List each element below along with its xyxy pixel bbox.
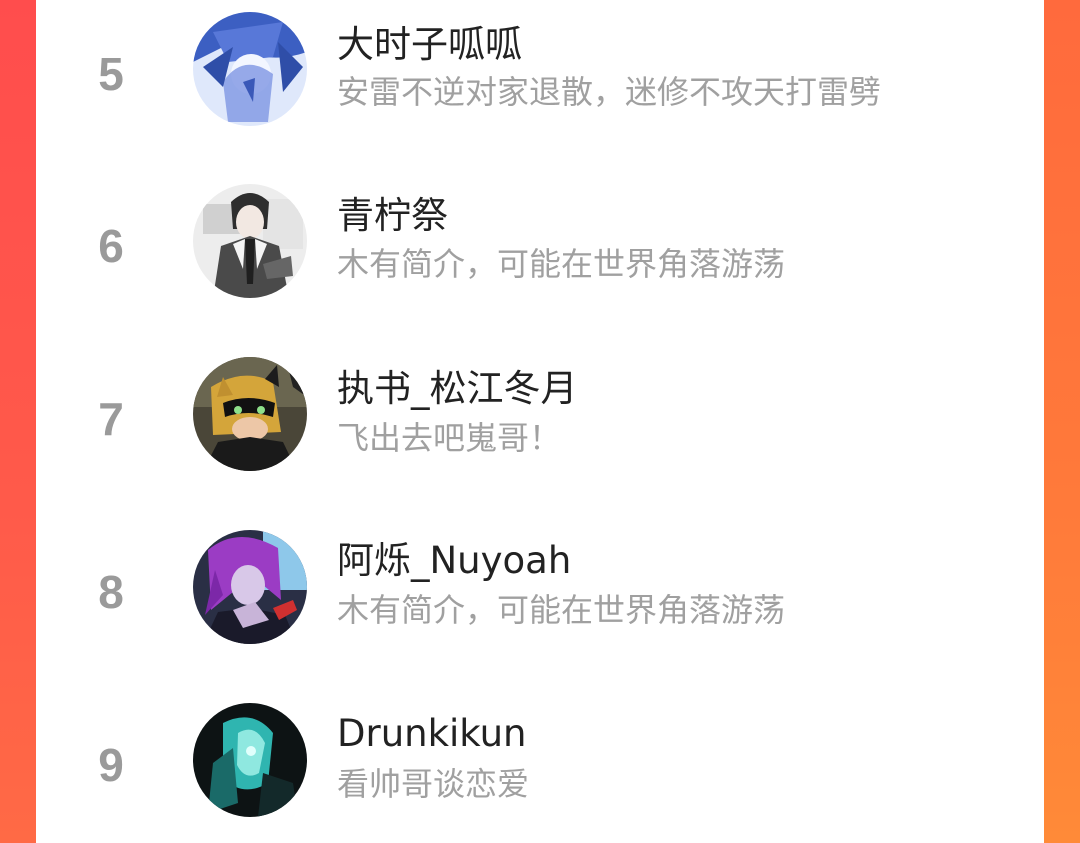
user-name[interactable]: Drunkikun xyxy=(337,715,527,752)
rank-number: 6 xyxy=(98,220,124,272)
user-bio: 木有简介，可能在世界角落游荡 xyxy=(337,245,786,283)
user-name[interactable]: 青柠祭 xyxy=(337,197,448,234)
user-avatar[interactable] xyxy=(193,357,307,471)
user-avatar[interactable] xyxy=(193,703,307,817)
user-name[interactable]: 大时子呱呱 xyxy=(337,26,522,63)
user-bio: 安雷不逆对家退散，迷修不攻天打雷劈 xyxy=(337,73,882,111)
user-name[interactable]: 阿烁_Nuyoah xyxy=(337,542,571,579)
user-name[interactable]: 执书_松江冬月 xyxy=(337,370,578,407)
user-avatar[interactable] xyxy=(193,530,307,644)
ranking-row[interactable]: 8 阿烁_Nuyoah 木有简介，可能在世界角落游荡 xyxy=(36,519,1044,659)
ranking-row[interactable]: 9 Drunkikun 看帅哥谈恋爱 xyxy=(36,692,1044,832)
ranking-row[interactable]: 7 执书_松江冬月 飞出去吧嵬哥！ xyxy=(36,346,1044,486)
ranking-list-card: 5 大时子呱呱 安雷不逆对家退散，迷修不攻天打雷劈 6 青柠祭 木有简介，可能在… xyxy=(36,0,1044,843)
rank-number: 8 xyxy=(98,566,124,618)
user-bio: 看帅哥谈恋爱 xyxy=(337,765,530,803)
ranking-row[interactable]: 6 青柠祭 木有简介，可能在世界角落游荡 xyxy=(36,173,1044,313)
rank-number: 9 xyxy=(98,739,124,791)
user-avatar[interactable] xyxy=(193,12,307,126)
ranking-row[interactable]: 5 大时子呱呱 安雷不逆对家退散，迷修不攻天打雷劈 xyxy=(36,0,1044,140)
user-bio: 木有简介，可能在世界角落游荡 xyxy=(337,591,786,629)
right-background-edge xyxy=(1044,0,1080,843)
rank-number: 5 xyxy=(98,48,124,100)
rank-number: 7 xyxy=(98,393,124,445)
left-background-edge xyxy=(0,0,36,843)
user-avatar[interactable] xyxy=(193,184,307,298)
user-bio: 飞出去吧嵬哥！ xyxy=(337,419,562,457)
